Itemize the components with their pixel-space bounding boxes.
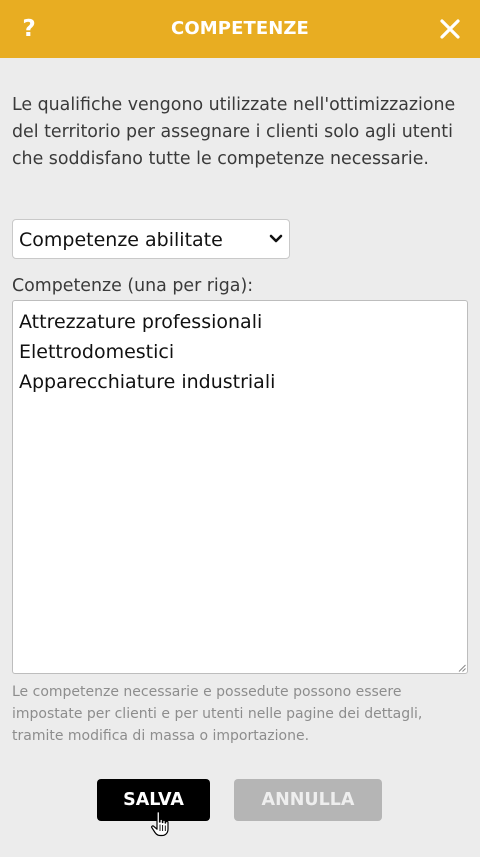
save-button[interactable]: SALVA	[97, 779, 210, 821]
skill-line: Elettrodomestici	[19, 341, 175, 363]
skills-textarea[interactable]: Attrezzature professionali Elettrodomest…	[12, 300, 468, 674]
skills-field-label: Competenze (una per riga):	[12, 276, 254, 296]
dialog-header: ? COMPETENZE	[0, 0, 480, 58]
skill-line: Apparecchiature industriali	[19, 371, 276, 393]
cancel-button[interactable]: ANNULLA	[234, 779, 382, 821]
dialog-title: COMPETENZE	[171, 18, 309, 39]
skills-mode-select[interactable]: Competenze abilitate	[12, 219, 290, 259]
intro-text: Le qualifiche vengono utilizzate nell'ot…	[12, 95, 456, 169]
close-icon	[440, 19, 460, 39]
resize-grip-icon[interactable]	[457, 663, 466, 672]
close-button[interactable]	[436, 14, 464, 44]
skill-line: Attrezzature professionali	[19, 311, 263, 333]
chevron-down-icon	[269, 234, 283, 243]
hint-text: Le competenze necessarie e possedute pos…	[12, 684, 423, 744]
select-value: Competenze abilitate	[19, 229, 223, 251]
